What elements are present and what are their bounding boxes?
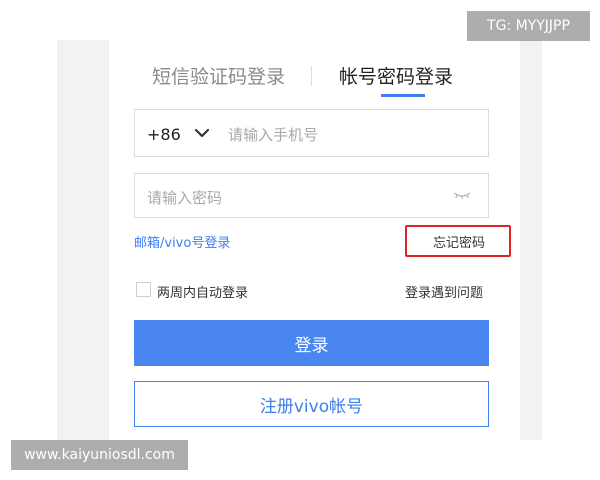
right-gutter — [520, 40, 542, 440]
login-button[interactable]: 登录 — [134, 320, 489, 366]
phone-input-placeholder[interactable]: 请输入手机号 — [228, 124, 318, 145]
tab-sms-login[interactable]: 短信验证码登录 — [152, 62, 285, 89]
screenshot: 短信验证码登录 帐号密码登录 +86 请输入手机号 请输入密码 邮箱/vivo号… — [0, 0, 600, 480]
left-gutter — [57, 40, 109, 440]
tab-password-login[interactable]: 帐号密码登录 — [339, 62, 453, 89]
password-input-placeholder[interactable]: 请输入密码 — [147, 187, 222, 208]
remember-label[interactable]: 两周内自动登录 — [157, 282, 248, 301]
register-button[interactable]: 注册vivo帐号 — [134, 381, 489, 427]
eye-closed-icon[interactable] — [452, 190, 472, 200]
tab-divider — [311, 66, 312, 86]
email-vivo-login-link[interactable]: 邮箱/vivo号登录 — [134, 232, 230, 251]
forgot-password-link[interactable]: 忘记密码 — [433, 232, 485, 251]
watermark-top: TG: MYYJJPP — [467, 11, 590, 41]
chevron-down-icon[interactable] — [193, 126, 211, 140]
country-code-select[interactable]: +86 — [147, 125, 181, 144]
active-tab-indicator — [381, 94, 425, 97]
login-problem-link[interactable]: 登录遇到问题 — [405, 282, 483, 301]
watermark-bottom: www.kaiyuniosdl.com — [11, 440, 188, 470]
remember-checkbox[interactable] — [136, 282, 151, 297]
